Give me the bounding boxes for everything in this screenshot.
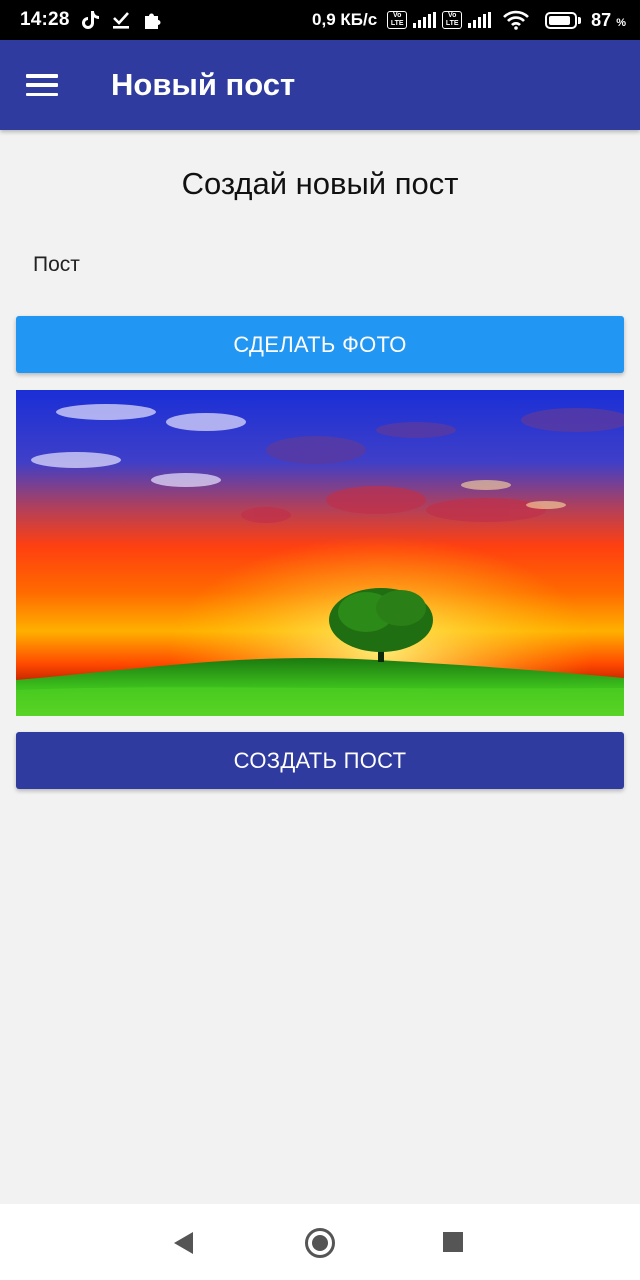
back-icon[interactable] — [174, 1232, 193, 1254]
signal-icon — [413, 12, 437, 28]
status-time: 14:28 — [20, 9, 70, 30]
battery-icon — [545, 11, 582, 29]
system-nav-bar — [0, 1204, 640, 1280]
notification-icons — [81, 10, 162, 30]
hamburger-menu-icon[interactable] — [26, 74, 58, 96]
signal-icon-2 — [468, 12, 492, 28]
volte-bottom-2: LTE — [445, 20, 459, 27]
volte-icon: Vo LTE — [387, 11, 408, 29]
app-title: Новый пост — [111, 67, 296, 102]
network-speed: 0,9 КБ/с — [312, 10, 378, 29]
status-right: 0,9 КБ/с Vo LTE Vo LTE 87 % — [312, 10, 626, 31]
battery-percent: 87 % — [591, 9, 626, 30]
battery-fill — [549, 15, 571, 25]
wifi-icon — [503, 10, 530, 30]
volte-bottom: LTE — [390, 20, 404, 27]
page-heading: Создай новый пост — [181, 166, 459, 201]
post-photo — [16, 390, 624, 716]
recent-apps-icon[interactable] — [443, 1232, 463, 1252]
post-input[interactable] — [16, 240, 624, 290]
home-icon[interactable] — [305, 1228, 335, 1258]
puzzle-icon — [144, 13, 161, 29]
volte-top-2: Vo — [447, 12, 457, 19]
app-bar: Новый пост — [0, 40, 640, 130]
status-bar: 14:28 0,9 КБ/с Vo LTE Vo LTE 87 % — [0, 0, 640, 40]
download-done-icon — [112, 12, 129, 29]
volte-top: Vo — [392, 12, 402, 19]
volte-icon-2: Vo LTE — [442, 11, 463, 29]
take-photo-button[interactable]: СДЕЛАТЬ ФОТО — [16, 316, 624, 373]
create-post-button[interactable]: СОЗДАТЬ ПОСТ — [16, 732, 624, 789]
tiktok-icon — [81, 11, 99, 29]
